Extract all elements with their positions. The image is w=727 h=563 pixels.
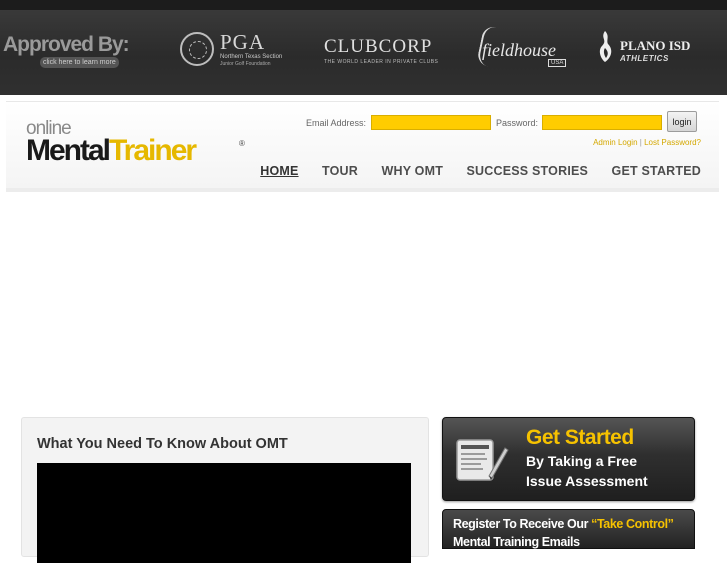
- site-header: online MentalTrainer ® Email Address: Pa…: [6, 101, 719, 192]
- fieldhouse-name: fieldhouse: [482, 40, 556, 60]
- register-highlight: “Take Control”: [591, 517, 674, 531]
- account-links: Admin Login | Lost Password?: [593, 138, 701, 147]
- cta-line2: By Taking a Free: [526, 453, 638, 469]
- pga-foundation: Junior Golf Foundation: [220, 61, 271, 67]
- plano-isd-sub: ATHLETICS: [620, 54, 669, 63]
- pga-logo[interactable]: PGA Northern Texas Section Junior Golf F…: [180, 30, 300, 70]
- plano-isd-logo[interactable]: PLANO ISD ATHLETICS: [592, 30, 702, 70]
- logo-mental: Mental: [26, 134, 111, 167]
- fieldhouse-logo[interactable]: fieldhouse USA: [476, 24, 573, 72]
- clubcorp-logo[interactable]: CLUBCORP THE WORLD LEADER IN PRIVATE CLU…: [324, 36, 454, 65]
- video-player[interactable]: [37, 463, 411, 563]
- lost-password-link[interactable]: Lost Password?: [644, 138, 701, 147]
- pga-name: PGA: [220, 30, 266, 54]
- pga-section: Northern Texas Section: [220, 54, 283, 60]
- register-line2: Mental Training Emails: [453, 535, 580, 549]
- nav-why-omt[interactable]: WHY OMT: [381, 164, 443, 178]
- assessment-clipboard-icon: [456, 439, 509, 481]
- email-input[interactable]: [371, 115, 491, 130]
- nav-get-started[interactable]: GET STARTED: [612, 164, 701, 178]
- plano-isd-name: PLANO ISD: [620, 38, 691, 53]
- logo-registered-mark: ®: [239, 139, 245, 148]
- register-prefix: Register To Receive Our: [453, 517, 592, 531]
- clubcorp-name: CLUBCORP: [324, 36, 433, 57]
- cta-headline: Get Started: [526, 426, 634, 449]
- get-started-button[interactable]: Get Started By Taking a Free Issue Asses…: [442, 417, 695, 501]
- register-line1: Register To Receive Our “Take Control”: [453, 517, 674, 531]
- cta-line3: Issue Assessment: [526, 473, 648, 489]
- logo-trainer: Trainer: [109, 134, 197, 167]
- login-button[interactable]: login: [667, 111, 697, 132]
- logo-brand-text: MentalTrainer: [26, 134, 197, 168]
- register-emails-box[interactable]: Register To Receive Our “Take Control” M…: [442, 509, 695, 549]
- pga-seal-icon: [180, 32, 214, 66]
- password-label: Password:: [496, 118, 539, 128]
- admin-login-link[interactable]: Admin Login: [593, 138, 637, 147]
- nav-tour[interactable]: TOUR: [322, 164, 358, 178]
- video-panel: What You Need To Know About OMT: [21, 417, 429, 563]
- nav-home[interactable]: HOME: [260, 164, 298, 178]
- nav-success-stories[interactable]: SUCCESS STORIES: [467, 164, 589, 178]
- plano-flame-icon: [599, 31, 612, 62]
- site-logo[interactable]: online MentalTrainer ®: [26, 118, 256, 170]
- login-form: Email Address: Password: login: [306, 111, 697, 134]
- approved-by-label: Approved By:: [3, 33, 130, 56]
- learn-more-link[interactable]: click here to learn more: [40, 57, 119, 68]
- password-input[interactable]: [542, 115, 662, 130]
- main-nav: HOME TOUR WHY OMT SUCCESS STORIES GET ST…: [241, 162, 701, 180]
- email-label: Email Address:: [306, 118, 367, 128]
- video-panel-title: What You Need To Know About OMT: [37, 436, 288, 452]
- clubcorp-tagline: THE WORLD LEADER IN PRIVATE CLUBS: [324, 59, 439, 65]
- fieldhouse-badge: USA: [548, 59, 567, 67]
- approved-by-banner: Approved By: click here to learn more PG…: [0, 0, 727, 95]
